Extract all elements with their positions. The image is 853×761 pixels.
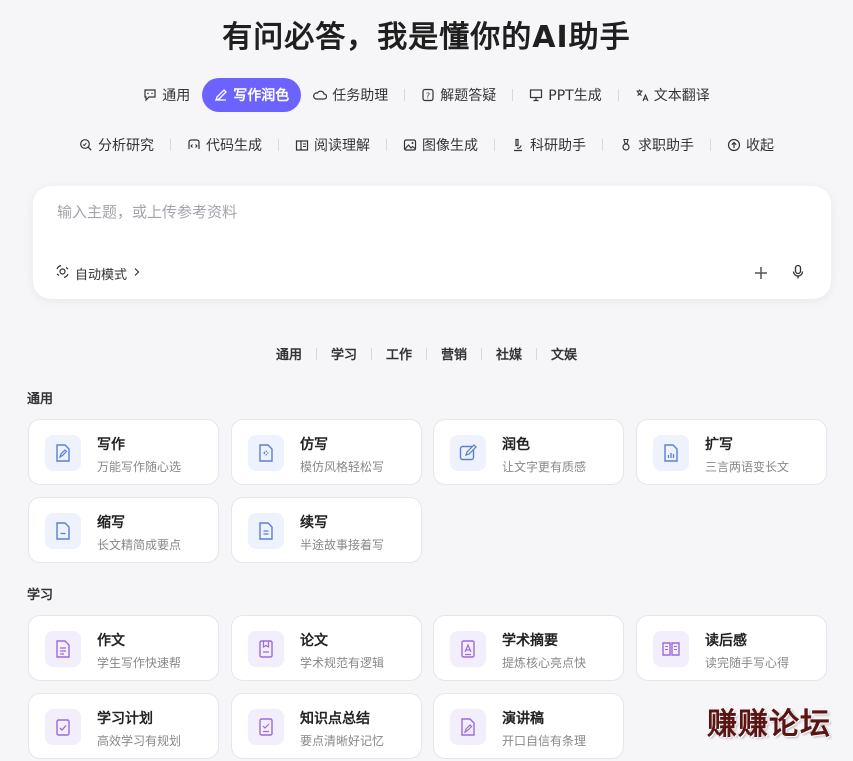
continue-doc-icon — [248, 513, 284, 549]
card-imitate[interactable]: 仿写 模仿风格轻松写 — [231, 419, 422, 485]
category-marketing[interactable]: 营销 — [427, 344, 481, 363]
category-work[interactable]: 工作 — [372, 344, 426, 363]
tab-job-assistant[interactable]: 求职助手 — [607, 128, 706, 162]
page-title: 有问必答，我是懂你的AI助手 — [222, 20, 631, 55]
card-expand[interactable]: 扩写 三言两语变长文 — [636, 419, 827, 485]
divider — [617, 89, 619, 101]
category-general[interactable]: 通用 — [262, 344, 316, 363]
card-speech[interactable]: 演讲稿 开口自信有条理 — [433, 693, 624, 759]
category-study[interactable]: 学习 — [317, 344, 371, 363]
category-social-media[interactable]: 社媒 — [482, 344, 536, 363]
tab-image-generate[interactable]: 图像生成 — [391, 128, 490, 162]
edit-icon — [450, 435, 486, 471]
write-doc-icon — [45, 435, 81, 471]
divider — [170, 139, 171, 151]
pen-icon — [214, 88, 228, 102]
divider — [494, 139, 495, 151]
collapse-button[interactable]: 收起 — [715, 128, 786, 162]
tab-reading-comprehension[interactable]: 阅读理解 — [283, 128, 382, 162]
tab-general[interactable]: 通用 — [131, 78, 202, 112]
microphone-icon — [792, 264, 804, 279]
tab-text-translate[interactable]: 文本翻译 — [623, 78, 722, 112]
card-reading-reflection[interactable]: 读后感 读完随手写心得 — [636, 615, 827, 681]
question-icon: ? — [421, 88, 435, 102]
card-shrink[interactable]: 缩写 长文精简成要点 — [28, 497, 219, 563]
add-attachment-button[interactable] — [753, 262, 769, 286]
tab-analysis-research[interactable]: 分析研究 — [67, 128, 166, 162]
divider — [386, 139, 387, 151]
expand-doc-icon — [653, 435, 689, 471]
essay-icon — [45, 631, 81, 667]
chat-icon — [143, 88, 157, 102]
abstract-icon — [450, 631, 486, 667]
section-title-general: 通用 — [27, 392, 54, 407]
tab-problem-solving[interactable]: ? 解题答疑 — [409, 78, 508, 112]
plus-icon — [755, 267, 767, 279]
tab-writing-polish[interactable]: 写作润色 — [202, 78, 302, 112]
tab-row-primary: 通用 写作润色 任务助理 ? 解题答疑 PPT生成 文本翻译 — [0, 78, 853, 112]
card-study-plan[interactable]: 学习计划 高效学习有规划 — [28, 693, 219, 759]
speech-icon — [450, 709, 486, 745]
tab-ppt-generate[interactable]: PPT生成 — [517, 78, 613, 112]
cloud-icon — [313, 88, 328, 102]
divider — [404, 89, 406, 101]
divider — [710, 139, 711, 151]
collapse-icon — [727, 138, 741, 152]
watermark-logo: 赚赚论坛 — [707, 707, 831, 742]
card-polish[interactable]: 润色 让文字更有质感 — [433, 419, 624, 485]
presentation-icon — [529, 88, 543, 102]
search-icon — [79, 138, 93, 152]
code-icon — [187, 138, 201, 152]
paper-icon — [248, 631, 284, 667]
open-book-icon — [653, 631, 689, 667]
svg-text:?: ? — [426, 92, 430, 101]
divider — [278, 139, 279, 151]
category-entertainment[interactable]: 文娱 — [537, 344, 591, 363]
microscope-icon — [511, 138, 525, 152]
prompt-input-card[interactable]: 输入主题，或上传参考资料 自动模式 — [33, 186, 831, 299]
checklist-icon — [45, 709, 81, 745]
card-write[interactable]: 写作 万能写作随心选 — [28, 419, 219, 485]
card-paper[interactable]: 论文 学术规范有逻辑 — [231, 615, 422, 681]
prompt-input[interactable]: 输入主题，或上传参考资料 — [57, 201, 237, 222]
category-filter: 通用 学习 工作 营销 社媒 文娱 — [0, 344, 853, 363]
tab-task-assistant[interactable]: 任务助理 — [301, 78, 400, 112]
section-title-study: 学习 — [27, 588, 54, 603]
summary-icon — [248, 709, 284, 745]
auto-mode-button[interactable]: 自动模式 — [55, 264, 142, 283]
card-knowledge-summary[interactable]: 知识点总结 要点清晰好记忆 — [231, 693, 422, 759]
tab-row-secondary: 分析研究 代码生成 阅读理解 图像生成 科研助手 求职助手 收起 — [0, 128, 853, 162]
tab-research-assistant[interactable]: 科研助手 — [499, 128, 598, 162]
imitate-doc-icon — [248, 435, 284, 471]
voice-input-button[interactable] — [791, 264, 805, 284]
image-icon — [403, 138, 417, 152]
shrink-doc-icon — [45, 513, 81, 549]
card-essay[interactable]: 作文 学生写作快速帮 — [28, 615, 219, 681]
auto-mode-label: 自动模式 — [75, 268, 128, 283]
auto-mode-icon — [55, 264, 70, 283]
card-abstract[interactable]: 学术摘要 提炼核心亮点快 — [433, 615, 624, 681]
divider — [512, 89, 514, 101]
tab-code-generate[interactable]: 代码生成 — [175, 128, 274, 162]
card-continue[interactable]: 续写 半途故事接着写 — [231, 497, 422, 563]
medal-icon — [619, 138, 633, 152]
translate-icon — [635, 88, 649, 102]
book-icon — [295, 138, 309, 152]
divider — [602, 139, 603, 151]
chevron-right-icon — [132, 266, 142, 281]
